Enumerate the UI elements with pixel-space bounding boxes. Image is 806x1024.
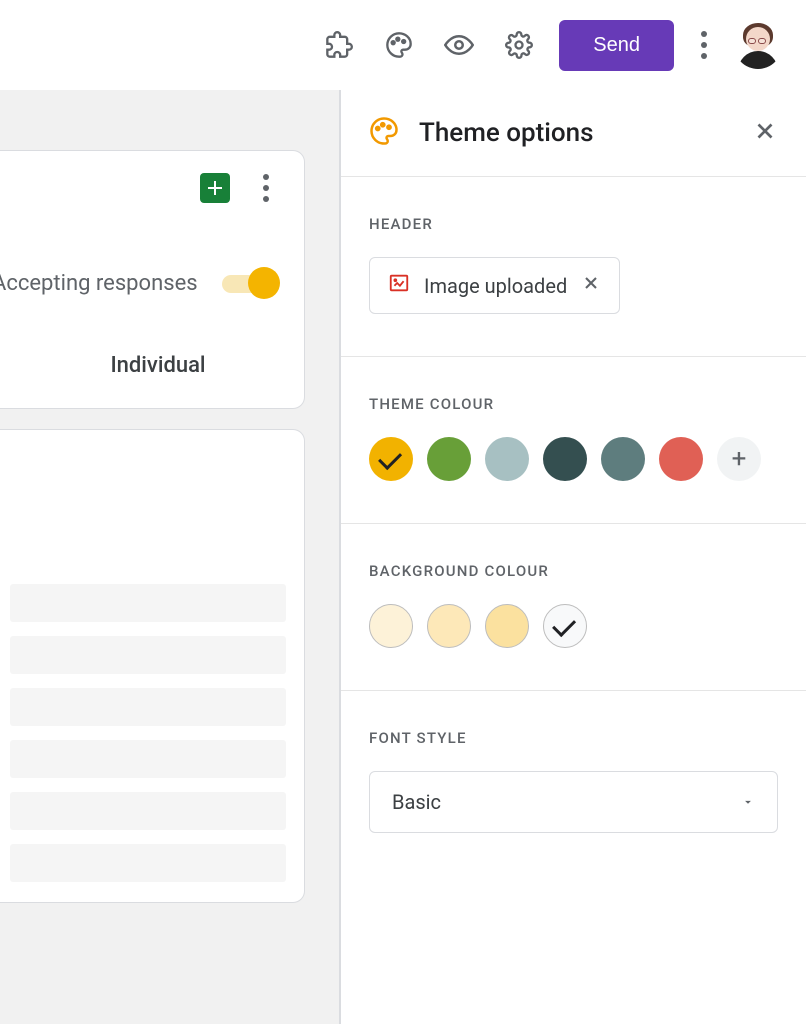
sheets-icon[interactable] xyxy=(200,173,230,203)
section-background-colour-label: BACKGROUND COLOUR xyxy=(369,562,778,580)
theme-colour-swatch[interactable] xyxy=(485,437,529,481)
preview-icon[interactable] xyxy=(439,25,479,65)
tab-individual[interactable]: Individual xyxy=(14,353,282,378)
list-item xyxy=(10,584,286,622)
palette-icon xyxy=(369,116,399,150)
background-colour-swatch[interactable] xyxy=(485,604,529,648)
font-style-select[interactable]: Basic xyxy=(369,771,778,833)
close-icon[interactable] xyxy=(752,118,778,148)
list-item xyxy=(10,636,286,674)
palette-icon[interactable] xyxy=(379,25,419,65)
list-item xyxy=(10,740,286,778)
theme-colour-swatches: + xyxy=(369,437,778,481)
section-header: HEADER Image uploaded xyxy=(341,177,806,357)
theme-colour-swatch[interactable] xyxy=(543,437,587,481)
left-panel: Accepting responses Individual xyxy=(0,90,305,1024)
top-toolbar: Send xyxy=(0,0,806,90)
background-colour-swatches xyxy=(369,604,778,648)
theme-colour-swatch[interactable] xyxy=(427,437,471,481)
vertical-divider xyxy=(305,90,340,1024)
theme-colour-swatch[interactable] xyxy=(601,437,645,481)
send-button[interactable]: Send xyxy=(559,20,674,71)
avatar[interactable] xyxy=(734,21,782,69)
background-colour-swatch[interactable] xyxy=(427,604,471,648)
background-colour-swatch[interactable] xyxy=(543,604,587,648)
section-background-colour: BACKGROUND COLOUR xyxy=(341,524,806,691)
accepting-responses-label: Accepting responses xyxy=(0,271,198,296)
theme-colour-swatch[interactable] xyxy=(659,437,703,481)
chart-card xyxy=(0,429,305,903)
responses-card: Accepting responses Individual xyxy=(0,150,305,409)
more-menu-icon[interactable] xyxy=(694,31,714,59)
list-item xyxy=(10,792,286,830)
remove-header-image-icon[interactable] xyxy=(581,273,601,298)
theme-colour-swatch[interactable] xyxy=(369,437,413,481)
accepting-responses-toggle[interactable] xyxy=(222,267,278,299)
header-chip-label: Image uploaded xyxy=(424,274,567,298)
section-theme-colour: THEME COLOUR + xyxy=(341,357,806,524)
theme-panel: Theme options HEADER Image uploaded THEM… xyxy=(340,90,806,1024)
list-item xyxy=(10,844,286,882)
chevron-down-icon xyxy=(741,790,755,814)
section-font-style: FONT STYLE Basic xyxy=(341,691,806,875)
header-image-chip: Image uploaded xyxy=(369,257,620,314)
image-icon xyxy=(388,272,410,299)
section-header-label: HEADER xyxy=(369,215,778,233)
theme-panel-header: Theme options xyxy=(341,90,806,177)
font-style-value: Basic xyxy=(392,790,441,814)
background-colour-swatch[interactable] xyxy=(369,604,413,648)
main-area: Accepting responses Individual The xyxy=(0,90,806,1024)
list-item xyxy=(10,688,286,726)
theme-panel-title: Theme options xyxy=(419,118,732,148)
card-more-icon[interactable] xyxy=(256,174,276,202)
section-theme-colour-label: THEME COLOUR xyxy=(369,395,778,413)
add-custom-colour[interactable]: + xyxy=(717,437,761,481)
settings-icon[interactable] xyxy=(499,25,539,65)
section-font-style-label: FONT STYLE xyxy=(369,729,778,747)
addons-icon[interactable] xyxy=(319,25,359,65)
